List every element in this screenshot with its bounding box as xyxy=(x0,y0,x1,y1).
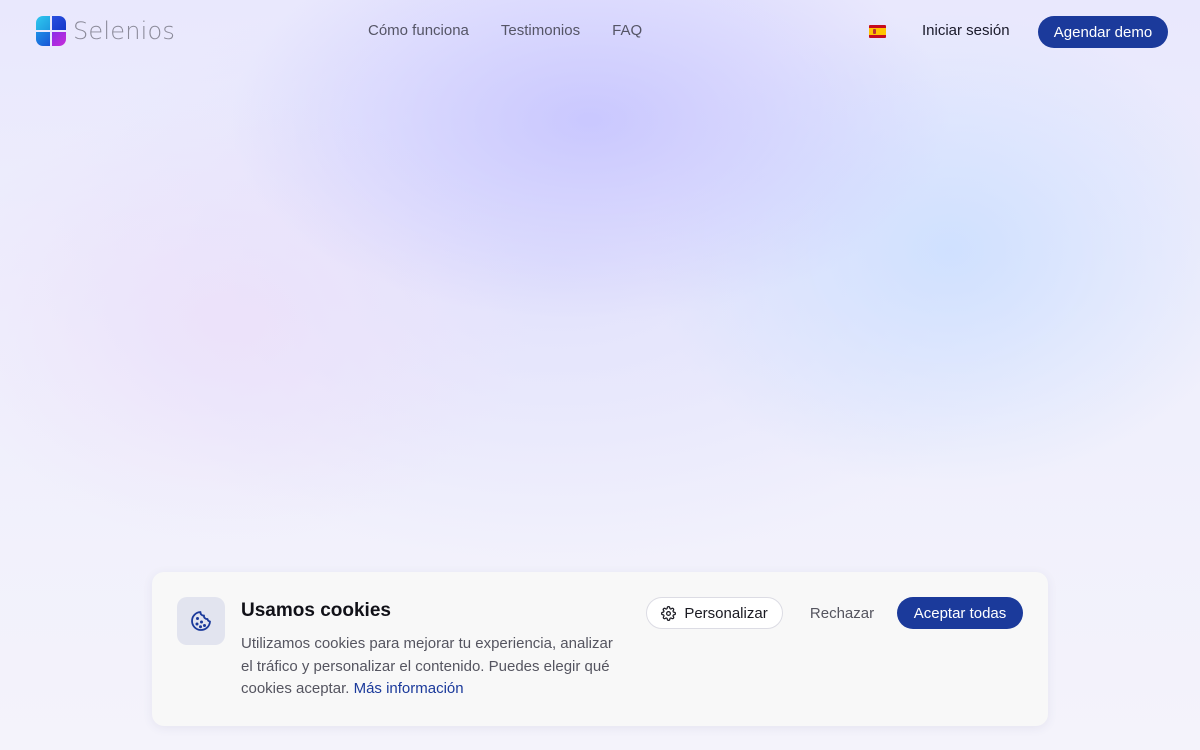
reject-button[interactable]: Rechazar xyxy=(798,597,886,629)
nav-item-testimonios[interactable]: Testimonios xyxy=(501,22,580,39)
personalize-label: Personalizar xyxy=(684,604,768,622)
login-link[interactable]: Iniciar sesión xyxy=(922,22,1010,39)
more-info-link[interactable]: Más información xyxy=(354,680,464,697)
cookie-icon xyxy=(177,597,225,645)
schedule-demo-button[interactable]: Agendar demo xyxy=(1038,16,1168,48)
brand-name: Selenios xyxy=(73,17,176,45)
gear-icon xyxy=(661,605,677,621)
main-nav: Cómo funciona Testimonios FAQ xyxy=(368,22,642,39)
personalize-button[interactable]: Personalizar xyxy=(646,597,783,629)
nav-item-faq[interactable]: FAQ xyxy=(612,22,642,39)
brand-logo[interactable]: Selenios xyxy=(35,15,175,47)
nav-item-como-funciona[interactable]: Cómo funciona xyxy=(368,22,469,39)
accept-all-button[interactable]: Aceptar todas xyxy=(897,597,1023,629)
spain-flag-icon[interactable] xyxy=(869,25,886,38)
cookie-banner: Usamos cookies Utilizamos cookies para m… xyxy=(152,572,1048,726)
selenios-logo-icon xyxy=(35,15,67,47)
cookie-banner-title: Usamos cookies xyxy=(241,600,391,621)
cookie-banner-text: Utilizamos cookies para mejorar tu exper… xyxy=(241,633,621,701)
top-navbar: Selenios Cómo funciona Testimonios FAQ I… xyxy=(0,0,1200,64)
